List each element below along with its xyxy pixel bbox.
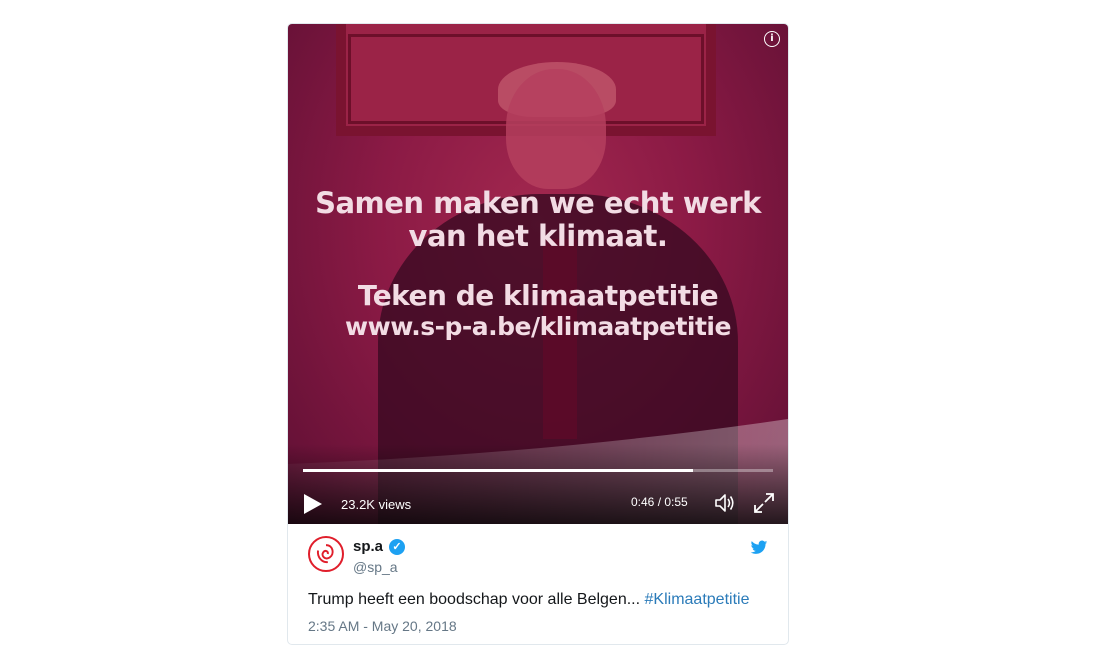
twitter-bird-icon[interactable] [750, 540, 768, 556]
tweet-timestamp[interactable]: 2:35 AM - May 20, 2018 [308, 618, 457, 634]
fullscreen-icon[interactable] [753, 492, 775, 514]
video-progress-bar[interactable] [303, 469, 773, 472]
tweet-text: Trump heeft een boodschap voor alle Belg… [308, 591, 749, 609]
user-handle[interactable]: @sp_a [353, 559, 398, 575]
embedded-tweet-card: Samen maken we echt werk van het klimaat… [287, 23, 789, 645]
avatar[interactable] [308, 536, 344, 572]
view-count: 23.2K views [341, 497, 412, 512]
verified-badge-icon: ✓ [389, 539, 405, 555]
playback-time: 0:46 / 0:55 [631, 495, 688, 509]
video-player[interactable]: Samen maken we echt werk van het klimaat… [288, 24, 788, 524]
hashtag-link[interactable]: #Klimaatpetitie [645, 591, 750, 608]
video-wedge-gradient [288, 419, 788, 524]
video-controls: 23.2K views 0:46 / 0:55 [288, 484, 788, 524]
volume-icon[interactable] [713, 491, 737, 515]
tweet-body: Trump heeft een boodschap voor alle Belg… [308, 591, 645, 608]
display-name[interactable]: sp.a [353, 538, 383, 555]
play-icon[interactable] [304, 494, 322, 514]
video-progress-fill [303, 469, 694, 472]
